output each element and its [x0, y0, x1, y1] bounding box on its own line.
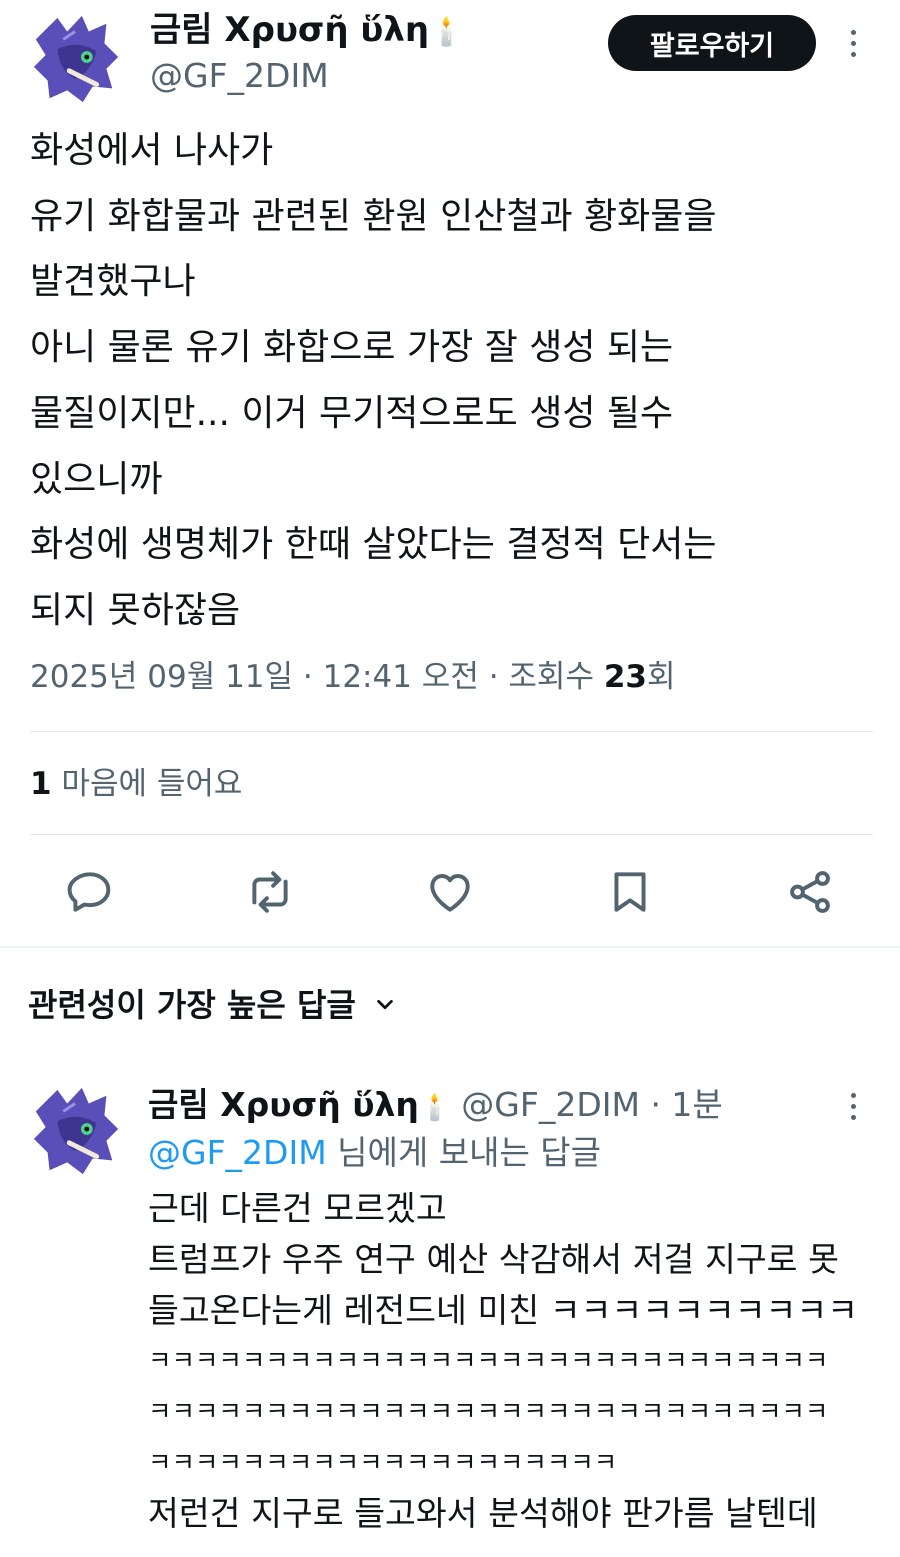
replying-to: @GF_2DIM 님에게 보내는 답글	[148, 1133, 601, 1173]
likes-summary[interactable]: 1 마음에 들어요	[30, 762, 242, 806]
reply-line: 트럼프가 우주 연구 예산 삭감해서 저걸 지구로 못	[148, 1239, 839, 1279]
tweet-line: 있으니까	[30, 458, 163, 500]
reply-author-avatar[interactable]	[28, 1082, 126, 1180]
divider	[30, 731, 873, 732]
replies-sort-label: 관련성이 가장 높은 답글	[28, 986, 356, 1024]
tweet-line: 되지 못하잖음	[30, 589, 241, 631]
share-icon[interactable]	[780, 862, 840, 922]
retweet-icon[interactable]	[240, 862, 300, 922]
reply-more-options-icon[interactable]	[851, 1093, 856, 1120]
tweet-line: 화성에서 나사가	[30, 130, 274, 171]
likes-label: 마음에 들어요	[51, 766, 243, 802]
tweet-meta: 2025년 09월 11일 · 12:41 오전 · 조회수 23회	[30, 655, 676, 699]
tweet-line: 아니 물론 유기 화합으로 가장 잘 생성 되는	[30, 327, 674, 369]
replying-to-suffix: 님에게 보내는 답글	[326, 1133, 602, 1172]
tweet-line: 화성에 생명체가 한때 살았다는 결정적 단서는	[30, 524, 717, 566]
divider	[30, 834, 873, 835]
candle-emoji: 🕯️	[418, 1093, 452, 1123]
tweet-line: 발견했구나	[30, 261, 196, 303]
reply-author-handle[interactable]: @GF_2DIM	[461, 1085, 640, 1124]
views-count: 23	[603, 659, 647, 695]
likes-count: 1	[30, 766, 52, 802]
reply-line: 들고온다는게 레전드네 미친 ㅋㅋㅋㅋㅋㅋㅋㅋㅋㅋ	[148, 1290, 858, 1330]
author-handle[interactable]: @GF_2DIM	[150, 56, 329, 96]
candle-emoji: 🕯️	[429, 15, 464, 48]
author-avatar[interactable]	[28, 10, 126, 108]
reply-line: 저런건 지구로 들고와서 분석해야 판가름 날텐데	[148, 1493, 818, 1533]
more-options-icon[interactable]	[851, 30, 856, 57]
section-divider	[0, 946, 900, 948]
author-name[interactable]: 금림 Χρυσῆ ὕλη🕯️	[150, 10, 464, 52]
like-icon[interactable]	[420, 862, 480, 922]
timestamp[interactable]: 2025년 09월 11일 · 12:41 오전 · 조회수	[30, 659, 604, 695]
replies-sort-toggle[interactable]: 관련성이 가장 높은 답글	[28, 983, 396, 1027]
tweet-line: 물질이지만... 이거 무기적으로도 생성 될수	[30, 392, 674, 434]
replying-to-handle[interactable]: @GF_2DIM	[148, 1133, 327, 1172]
author-name-text: 금림 Χρυσῆ ὕλη	[150, 10, 430, 50]
follow-button[interactable]: 팔로우하기	[608, 15, 816, 71]
reply-text: 근데 다른건 모르겠고 트럼프가 우주 연구 예산 삭감해서 저걸 지구로 못 …	[148, 1184, 888, 1540]
reply-icon[interactable]	[60, 862, 120, 922]
chevron-down-icon	[377, 999, 393, 1010]
reply-line: ㅋㅋㅋㅋㅋㅋㅋㅋㅋㅋㅋㅋㅋㅋㅋㅋㅋㅋㅋㅋㅋㅋㅋㅋㅋㅋㅋㅋㅋ	[148, 1346, 829, 1377]
tweet-text: 화성에서 나사가 유기 화합물과 관련된 환원 인산철과 황화물을 발견했구나 …	[30, 118, 880, 644]
reply-line: 근데 다른건 모르겠고	[148, 1189, 447, 1228]
views-suffix: 회	[646, 659, 676, 695]
reply-header: 금림 Χρυσῆ ὕλη🕯️ @GF_2DIM · 1분	[148, 1085, 723, 1128]
reply-author-name[interactable]: 금림 Χρυσῆ ὕλη	[148, 1085, 419, 1124]
reply-line: ㅋㅋㅋㅋㅋㅋㅋㅋㅋㅋㅋㅋㅋㅋㅋㅋㅋㅋㅋㅋㅋㅋㅋㅋㅋㅋㅋㅋㅋ	[148, 1397, 829, 1428]
bookmark-icon[interactable]	[600, 862, 660, 922]
tweet-line: 유기 화합물과 관련된 환원 인산철과 황화물을	[30, 195, 717, 237]
reply-time[interactable]: · 1분	[640, 1085, 722, 1124]
reply-line: ㅋㅋㅋㅋㅋㅋㅋㅋㅋㅋㅋㅋㅋㅋㅋㅋㅋㅋㅋㅋ	[148, 1447, 618, 1478]
